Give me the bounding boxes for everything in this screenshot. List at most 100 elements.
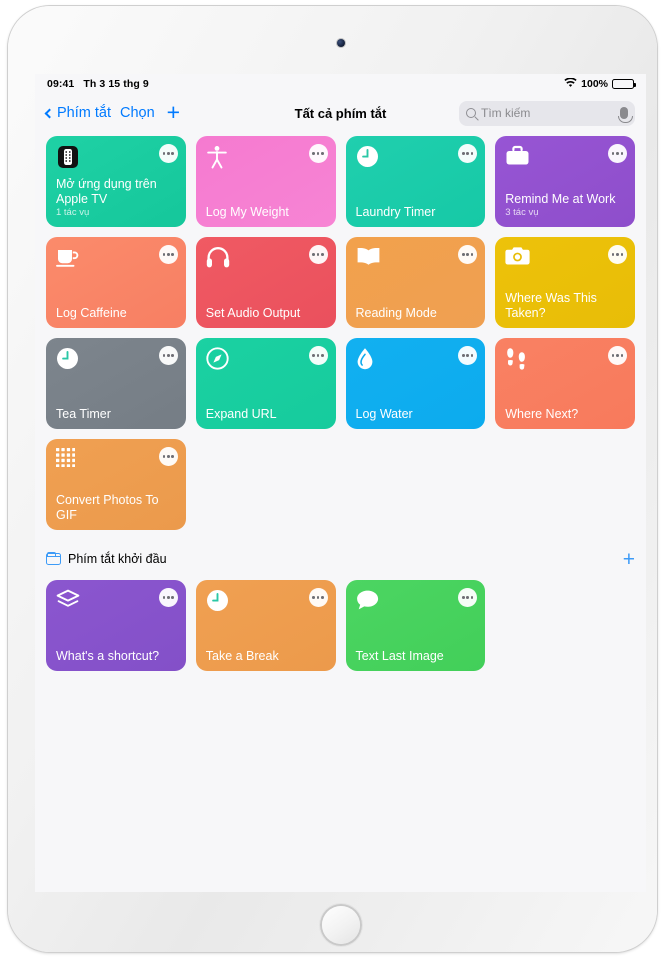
shortcut-subtitle: 3 tác vụ <box>505 207 539 218</box>
shortcut-tile[interactable]: Where Was This Taken? <box>495 237 635 328</box>
headphones-icon <box>206 246 327 273</box>
clock-icon <box>206 589 327 617</box>
shortcut-tile-text: Expand URL <box>206 407 327 422</box>
shortcut-more-icon[interactable] <box>308 588 328 607</box>
shortcut-title: Expand URL <box>205 406 277 421</box>
shortcut-tile[interactable]: Log Caffeine <box>46 237 186 328</box>
shortcut-tile-text: Reading Mode <box>356 306 477 321</box>
shortcut-tile-icon-row <box>206 145 327 169</box>
shortcut-more-icon[interactable] <box>308 245 328 264</box>
shortcut-tile-text: Log Water <box>356 407 477 422</box>
shortcut-tile-icon-row <box>206 589 327 613</box>
shortcut-tile[interactable]: Where Next? <box>495 338 635 429</box>
shortcut-more-icon[interactable] <box>608 346 627 365</box>
battery-full-icon <box>612 79 636 89</box>
shortcut-title: Where Was This Taken? <box>505 291 597 320</box>
shortcut-more-icon[interactable] <box>608 144 627 163</box>
ipad-device-frame: 09:41 Th 3 15 thg 9 100% Phím tắt Chọn +… <box>8 6 657 952</box>
shortcut-title: Laundry Timer <box>355 204 436 219</box>
shortcut-tile[interactable]: Remind Me at Work 3 tác vụ <box>495 136 635 227</box>
select-button[interactable]: Chọn <box>120 105 155 121</box>
search-container: Tìm kiếm <box>459 100 635 126</box>
shortcut-tile-icon-row <box>56 448 177 472</box>
shortcut-tile-text: Remind Me at Work 3 tác vụ <box>505 192 626 220</box>
shortcut-tile[interactable]: Reading Mode <box>345 237 486 328</box>
shortcut-tile-icon-row <box>206 347 327 371</box>
shortcut-tile-icon-row <box>56 347 177 371</box>
home-button[interactable] <box>320 904 362 946</box>
back-button[interactable]: Phím tắt <box>44 105 111 121</box>
shortcut-tile-text: Take a Break <box>206 649 327 664</box>
shortcut-more-icon[interactable] <box>308 346 328 365</box>
shortcut-tile-text: Mở ứng dụng trên Apple TV 1 tác vụ <box>56 177 177 219</box>
shortcut-tile-text: What's a shortcut? <box>56 649 177 664</box>
shortcut-title: Mở ứng dụng trên Apple TV <box>56 177 157 206</box>
folder-section-header: Phím tắt khởi đầu + <box>46 548 635 570</box>
shortcut-title: What's a shortcut? <box>56 648 160 663</box>
shortcut-more-icon[interactable] <box>158 447 178 466</box>
folder-shortcuts-grid: What's a shortcut? Take a Break Text Last … <box>46 580 635 671</box>
search-input[interactable]: Tìm kiếm <box>459 100 635 126</box>
shortcut-tile-icon-row <box>56 589 177 613</box>
shortcut-tile-text: Tea Timer <box>56 407 177 422</box>
shortcut-tile[interactable]: Take a Break <box>195 580 336 671</box>
shortcut-tile[interactable]: Log Water <box>345 338 486 429</box>
all-shortcuts-grid: Mở ứng dụng trên Apple TV 1 tác vụ Log My … <box>46 136 635 530</box>
shortcut-tile[interactable]: Mở ứng dụng trên Apple TV 1 tác vụ <box>46 136 186 227</box>
folder-add-button[interactable]: + <box>623 549 635 570</box>
shortcut-title: Where Next? <box>505 406 579 421</box>
shortcut-more-icon[interactable] <box>158 588 178 607</box>
shortcut-more-icon[interactable] <box>158 144 178 163</box>
shortcut-more-icon[interactable] <box>308 144 328 163</box>
shortcut-tile[interactable]: What's a shortcut? <box>46 580 186 671</box>
shortcut-tile[interactable]: Text Last Image <box>345 580 486 671</box>
shortcut-tile[interactable]: Expand URL <box>195 338 336 429</box>
shortcut-tile[interactable]: Tea Timer <box>46 338 186 429</box>
status-date: Th 3 15 thg 9 <box>83 78 149 90</box>
shortcut-tile-text: Convert Photos To GIF <box>56 493 177 522</box>
shortcut-title: Set Audio Output <box>205 305 301 320</box>
folder-icon <box>46 551 61 565</box>
shortcut-tile[interactable]: Laundry Timer <box>345 136 486 227</box>
back-button-label: Phím tắt <box>57 105 111 121</box>
shortcuts-content: Mở ứng dụng trên Apple TV 1 tác vụ Log My … <box>35 132 646 671</box>
coffee-cup-icon <box>56 246 177 273</box>
shortcut-more-icon[interactable] <box>158 346 178 365</box>
shortcut-tile-text: Laundry Timer <box>356 205 477 220</box>
shortcut-tile-text: Set Audio Output <box>206 306 327 321</box>
shortcut-tile-text: Log Caffeine <box>56 306 177 321</box>
microphone-icon[interactable] <box>617 107 633 123</box>
dot-grid-icon <box>56 448 177 472</box>
ipad-screen: 09:41 Th 3 15 thg 9 100% Phím tắt Chọn +… <box>35 74 646 892</box>
shortcut-title: Remind Me at Work <box>505 191 616 206</box>
shortcut-tile-icon-row <box>56 145 177 169</box>
shortcut-title: Convert Photos To GIF <box>56 493 159 522</box>
nav-bar-left: Phím tắt Chọn + <box>44 100 180 124</box>
wifi-icon <box>564 76 577 91</box>
compass-icon <box>206 347 327 375</box>
front-camera-icon <box>337 39 345 47</box>
shortcut-tile[interactable]: Convert Photos To GIF <box>46 439 186 530</box>
shortcut-subtitle: 1 tác vụ <box>56 207 90 218</box>
status-bar: 09:41 Th 3 15 thg 9 100% <box>35 74 646 94</box>
layers-icon <box>56 589 177 616</box>
add-shortcut-button[interactable]: + <box>167 100 180 124</box>
shortcut-tile[interactable]: Set Audio Output <box>195 237 336 328</box>
shortcut-tile[interactable]: Log My Weight <box>195 136 336 227</box>
search-icon <box>466 108 476 118</box>
battery-percent: 100% <box>581 78 608 90</box>
shortcut-more-icon[interactable] <box>608 245 627 264</box>
folder-section-title: Phím tắt khởi đầu <box>68 552 167 566</box>
shortcut-title: Take a Break <box>205 648 279 663</box>
status-bar-right: 100% <box>564 76 636 91</box>
navigation-bar: Phím tắt Chọn + Tất cả phím tắt Tìm kiếm <box>35 94 646 132</box>
shortcut-more-icon[interactable] <box>158 245 178 264</box>
shortcut-tile-text: Log My Weight <box>206 205 327 220</box>
search-placeholder: Tìm kiếm <box>481 106 531 120</box>
shortcut-tile-icon-row <box>56 246 177 270</box>
shortcut-title: Log My Weight <box>205 204 289 219</box>
shortcut-title: Reading Mode <box>355 305 437 320</box>
status-bar-left: 09:41 Th 3 15 thg 9 <box>47 78 149 90</box>
shortcut-tile-icon-row <box>206 246 327 270</box>
shortcut-tile-text: Where Was This Taken? <box>505 291 626 320</box>
